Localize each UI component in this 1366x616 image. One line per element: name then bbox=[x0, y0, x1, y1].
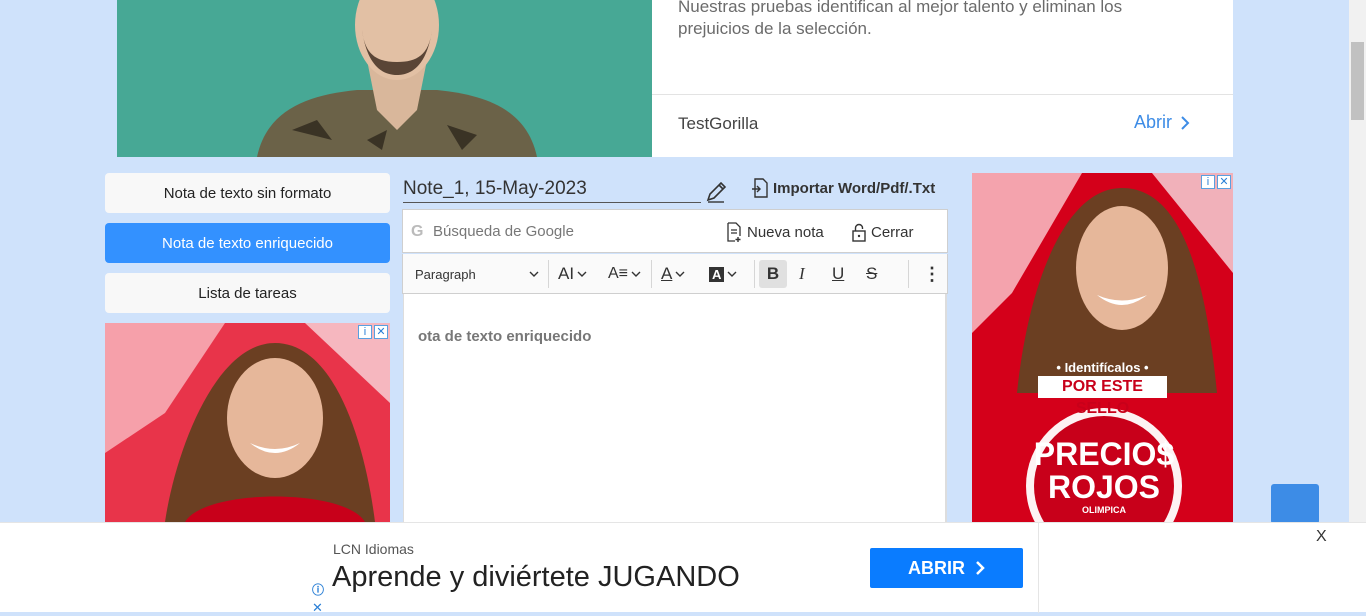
text-style-button[interactable]: A≡ bbox=[608, 260, 641, 288]
editor-content: ota de texto enriquecido bbox=[418, 328, 592, 345]
ad-brand: TestGorilla bbox=[678, 114, 759, 133]
import-file-icon bbox=[752, 178, 768, 198]
ad-description: Nuestras pruebas identifican al mejor ta… bbox=[678, 0, 1123, 38]
highlight-icon: A bbox=[709, 266, 725, 282]
font-color-icon: A bbox=[661, 264, 673, 283]
scroll-thumb[interactable] bbox=[1351, 42, 1364, 120]
ad-open-button[interactable]: ABRIR bbox=[870, 548, 1023, 588]
chevron-down-icon bbox=[577, 271, 587, 277]
chevron-down-icon bbox=[675, 271, 685, 277]
back-to-top-button[interactable] bbox=[1271, 484, 1319, 524]
text-style-icon: A≡ bbox=[608, 265, 629, 282]
close-icon[interactable]: ✕ bbox=[1217, 175, 1231, 189]
ad-brand: OLIMPICA bbox=[1082, 505, 1126, 515]
info-icon[interactable]: i bbox=[1201, 175, 1215, 189]
italic-icon[interactable]: I bbox=[799, 260, 805, 288]
close-icon[interactable]: ✕ bbox=[312, 600, 324, 616]
font-size-button[interactable]: AI bbox=[558, 260, 587, 288]
font-color-button[interactable]: A bbox=[661, 260, 685, 288]
ad-choices[interactable]: i ✕ bbox=[358, 325, 388, 339]
toolbar-separator bbox=[651, 260, 652, 288]
chevron-down-icon bbox=[529, 271, 539, 277]
chevron-right-icon bbox=[976, 561, 985, 575]
ad-person-photo bbox=[117, 0, 652, 157]
close-note-button[interactable]: Cerrar bbox=[851, 222, 914, 242]
chevron-down-icon bbox=[727, 271, 737, 277]
import-button[interactable]: Importar Word/Pdf/.Txt bbox=[751, 178, 935, 198]
info-icon[interactable]: ⓘ bbox=[312, 581, 324, 598]
ad-choices[interactable]: i ✕ bbox=[1201, 175, 1231, 189]
paragraph-select[interactable]: Paragraph bbox=[415, 260, 539, 288]
ad-headline: Aprende y diviértete JUGANDO bbox=[332, 561, 740, 593]
toolbar-separator bbox=[548, 260, 549, 288]
plain-text-note-button[interactable]: Nota de texto sin formato bbox=[105, 173, 390, 213]
task-list-button[interactable]: Lista de tareas bbox=[105, 273, 390, 313]
pencil-icon[interactable] bbox=[704, 180, 728, 204]
note-title-field[interactable]: Note_1, 15-May-2023 bbox=[403, 177, 701, 203]
top-ad-banner[interactable]: Nuestras pruebas identifican al mejor ta… bbox=[117, 0, 1233, 157]
ad-big-text: PRECIO$ ROJOS bbox=[1033, 436, 1175, 505]
google-search-input[interactable] bbox=[431, 220, 711, 242]
toolbar-separator bbox=[908, 260, 909, 288]
info-icon[interactable]: i bbox=[358, 325, 372, 339]
formatting-toolbar: Paragraph AI A≡ A A B I U S ⋮ bbox=[402, 254, 948, 294]
google-icon: G bbox=[411, 223, 424, 240]
bottom-ad-banner[interactable]: LCN Idiomas Aprende y diviértete JUGANDO… bbox=[0, 522, 1366, 616]
scrollbar[interactable] bbox=[1349, 0, 1366, 522]
left-ad[interactable]: i ✕ bbox=[105, 323, 390, 522]
ad-open-label: ABRIR bbox=[908, 557, 965, 578]
ad-badge: POR ESTE SELLO bbox=[1038, 376, 1167, 417]
ad-open-link[interactable]: Abrir bbox=[1134, 112, 1190, 133]
ad-brand: LCN Idiomas bbox=[333, 541, 414, 557]
chevron-down-icon bbox=[631, 271, 641, 277]
ad-choices[interactable]: ⓘ ✕ bbox=[312, 581, 324, 616]
bold-icon[interactable]: B bbox=[759, 260, 787, 288]
lock-icon bbox=[852, 223, 866, 242]
editor-actions-bar: G Nueva nota Cerrar bbox=[402, 209, 948, 253]
underline-icon[interactable]: U bbox=[832, 260, 844, 288]
close-label: Cerrar bbox=[871, 223, 914, 241]
close-icon[interactable]: ✕ bbox=[374, 325, 388, 339]
ad-tagline: • Identifícalos • bbox=[1056, 360, 1149, 375]
highlight-color-button[interactable]: A bbox=[709, 260, 737, 288]
new-note-label: Nueva nota bbox=[747, 223, 824, 241]
more-options-icon[interactable]: ⋮ bbox=[923, 260, 941, 288]
rich-text-note-button[interactable]: Nota de texto enriquecido bbox=[105, 223, 390, 263]
new-note-button[interactable]: Nueva nota bbox=[725, 222, 824, 242]
strikethrough-icon[interactable]: S bbox=[866, 260, 877, 288]
rich-text-editor[interactable]: ota de texto enriquecido bbox=[403, 294, 947, 534]
right-ad[interactable]: • Identifícalos • POR ESTE SELLO PRECIO$… bbox=[972, 173, 1233, 522]
new-note-icon bbox=[727, 222, 741, 242]
chevron-right-icon bbox=[1181, 115, 1190, 130]
close-ad-button[interactable]: X bbox=[1316, 528, 1327, 546]
bottom-ad-content[interactable]: LCN Idiomas Aprende y diviértete JUGANDO… bbox=[310, 523, 1039, 616]
paragraph-label: Paragraph bbox=[415, 266, 476, 282]
divider bbox=[652, 94, 1233, 95]
toolbar-separator bbox=[754, 260, 755, 288]
import-label: Importar Word/Pdf/.Txt bbox=[773, 179, 936, 197]
ad-open-label: Abrir bbox=[1134, 112, 1173, 132]
font-size-icon: AI bbox=[558, 264, 575, 283]
